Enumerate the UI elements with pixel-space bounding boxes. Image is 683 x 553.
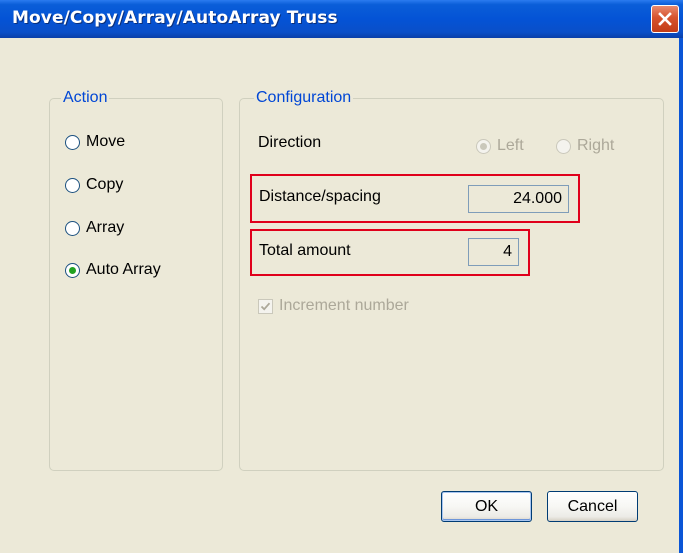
radio-circle-array[interactable] bbox=[65, 220, 80, 236]
ok-button[interactable]: OK bbox=[441, 491, 532, 522]
checkmark-icon bbox=[260, 302, 271, 311]
title-bar[interactable]: Move/Copy/Array/AutoArray Truss bbox=[0, 0, 683, 38]
cancel-button[interactable]: Cancel bbox=[547, 491, 638, 522]
window-border bbox=[679, 38, 683, 553]
action-group-legend: Action bbox=[61, 89, 110, 107]
radio-array[interactable]: Array bbox=[65, 219, 124, 237]
window-title: Move/Copy/Array/AutoArray Truss bbox=[12, 8, 338, 28]
increment-number-label: Increment number bbox=[279, 297, 409, 314]
close-button[interactable] bbox=[651, 5, 679, 33]
radio-circle-right[interactable] bbox=[556, 138, 571, 154]
dialog-body: Action Move Copy Array Auto Array Config… bbox=[0, 38, 679, 553]
radio-auto-array-label: Auto Array bbox=[86, 261, 161, 278]
checkbox-box[interactable] bbox=[258, 298, 273, 314]
direction-label: Direction bbox=[258, 134, 322, 151]
radio-move-label: Move bbox=[86, 133, 126, 150]
radio-array-label: Array bbox=[86, 219, 125, 236]
radio-auto-array[interactable]: Auto Array bbox=[65, 261, 161, 279]
direction-right-radio[interactable]: Right bbox=[556, 137, 614, 155]
radio-copy[interactable]: Copy bbox=[65, 176, 123, 194]
action-group bbox=[49, 98, 223, 471]
radio-circle-move[interactable] bbox=[65, 134, 80, 150]
distance-label: Distance/spacing bbox=[259, 188, 381, 205]
radio-move[interactable]: Move bbox=[65, 133, 125, 151]
configuration-group-legend: Configuration bbox=[254, 89, 354, 107]
radio-circle-left[interactable] bbox=[476, 138, 491, 154]
increment-number-checkbox[interactable]: Increment number bbox=[258, 297, 409, 315]
distance-input[interactable]: 24.000 bbox=[468, 185, 569, 213]
direction-left-radio[interactable]: Left bbox=[476, 137, 524, 155]
total-amount-input[interactable]: 4 bbox=[468, 238, 519, 266]
total-amount-label: Total amount bbox=[259, 242, 351, 259]
direction-left-label: Left bbox=[497, 137, 524, 154]
radio-circle-copy[interactable] bbox=[65, 177, 80, 193]
close-x-icon bbox=[658, 12, 672, 26]
radio-copy-label: Copy bbox=[86, 176, 124, 193]
radio-circle-auto-array[interactable] bbox=[65, 262, 80, 278]
direction-right-label: Right bbox=[577, 137, 615, 154]
